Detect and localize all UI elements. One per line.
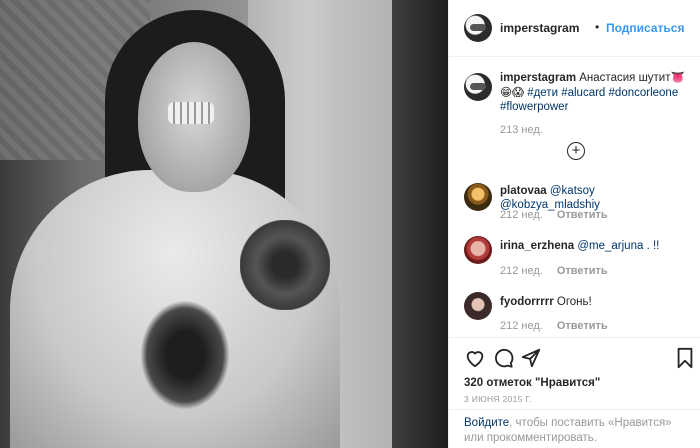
reply-button[interactable]: Ответить xyxy=(557,265,608,277)
photo-flower xyxy=(240,220,330,310)
photo-teeth xyxy=(168,102,214,124)
login-link[interactable]: Войдите xyxy=(464,417,509,429)
comment-text: irina_erzhena @me_arjuna . !! xyxy=(500,239,695,253)
hashtag[interactable]: #alucard xyxy=(561,87,605,99)
commenter-avatar[interactable] xyxy=(464,292,492,320)
likes-count[interactable]: 320 отметок "Нравится" xyxy=(464,377,600,389)
reply-button[interactable]: Ответить xyxy=(557,209,608,221)
post-date[interactable]: 3 ИЮНЯ 2015 Г. xyxy=(464,394,532,404)
comment-text: fyodorrrrr Огонь! xyxy=(500,295,695,309)
reply-button[interactable]: Ответить xyxy=(557,320,608,332)
header-username[interactable]: imperstagram xyxy=(500,21,579,35)
photo-flower-bouquet xyxy=(140,300,230,410)
post-header: imperstagram • Подписаться xyxy=(449,0,700,57)
follow-button[interactable]: Подписаться xyxy=(606,21,684,35)
avatar[interactable] xyxy=(464,14,492,42)
post-photo xyxy=(0,0,448,448)
comment-time[interactable]: 212 нед. xyxy=(500,265,543,277)
photo-door xyxy=(392,0,448,448)
post-actions: 320 отметок "Нравится" 3 ИЮНЯ 2015 Г. Во… xyxy=(449,337,700,448)
post-side-panel: imperstagram • Подписаться imperstagram … xyxy=(448,0,700,448)
comment-meta: 212 нед. Ответить xyxy=(500,209,608,221)
commenter-avatar[interactable] xyxy=(464,236,492,264)
share-icon[interactable] xyxy=(520,347,542,369)
caption-username[interactable]: imperstagram xyxy=(500,72,576,84)
bookmark-icon[interactable] xyxy=(674,347,696,369)
commenter-avatar[interactable] xyxy=(464,183,492,211)
heart-icon[interactable] xyxy=(464,347,486,369)
separator-dot: • xyxy=(595,20,600,34)
comment-username[interactable]: fyodorrrrr xyxy=(500,296,554,308)
hashtag[interactable]: #дети xyxy=(527,87,558,99)
hashtag[interactable]: #flowerpower xyxy=(500,101,568,113)
comment-username[interactable]: platovaa xyxy=(500,185,547,197)
comment-time[interactable]: 212 нед. xyxy=(500,320,543,332)
plus-circle-icon: + xyxy=(571,142,581,159)
comment-meta: 212 нед. Ответить xyxy=(500,265,608,277)
comment-meta: 212 нед. Ответить xyxy=(500,320,608,332)
comment-icon[interactable] xyxy=(492,347,514,369)
caption-body: Анастасия шутит xyxy=(579,72,671,84)
comment-body: Огонь! xyxy=(556,296,592,308)
caption-time[interactable]: 213 нед. xyxy=(500,124,543,136)
login-prompt: Войдите, чтобы поставить «Нравится» или … xyxy=(449,409,700,448)
comment-body[interactable]: @me_arjuna . !! xyxy=(577,240,659,252)
comments-list: imperstagram Анастасия шутит👅😁😱 #дети #a… xyxy=(449,57,700,337)
caption-avatar[interactable] xyxy=(464,73,492,101)
hashtag[interactable]: #doncorleone xyxy=(609,87,679,99)
comment-username[interactable]: irina_erzhena xyxy=(500,240,574,252)
comment-text: platovaa @katsoy @kobzya_mladshiy xyxy=(500,184,695,212)
comment-time[interactable]: 212 нед. xyxy=(500,209,543,221)
caption-text: imperstagram Анастасия шутит👅😁😱 #дети #a… xyxy=(500,71,695,115)
load-more-comments-button[interactable]: + xyxy=(567,142,585,160)
